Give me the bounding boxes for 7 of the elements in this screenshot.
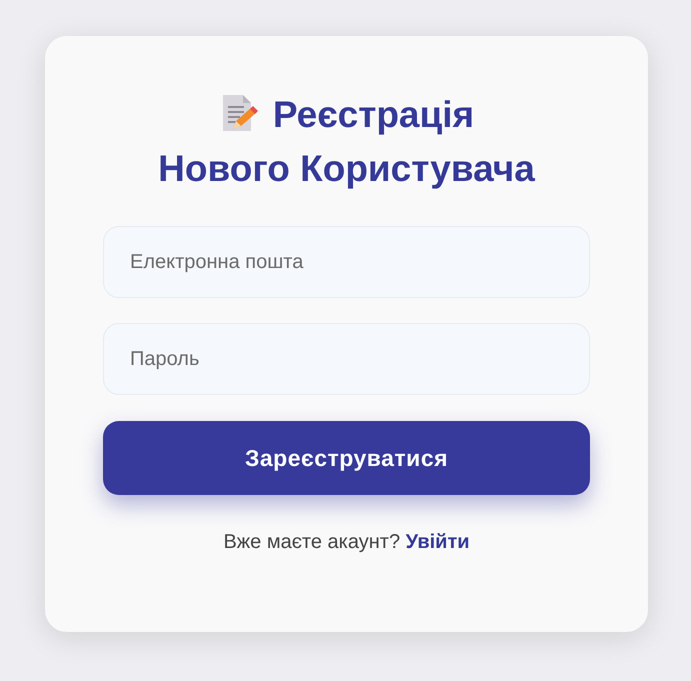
login-link[interactable]: Увійти <box>406 531 470 553</box>
register-button[interactable]: Зареєструватися <box>103 421 590 495</box>
password-field[interactable]: Пароль <box>103 323 590 395</box>
title-line: Нового Користувача <box>158 148 535 189</box>
title-line: Реєстрація <box>272 94 474 135</box>
footer-text: Вже маєте акаунт? <box>223 531 400 553</box>
email-field[interactable]: Електронна пошта <box>103 226 590 298</box>
